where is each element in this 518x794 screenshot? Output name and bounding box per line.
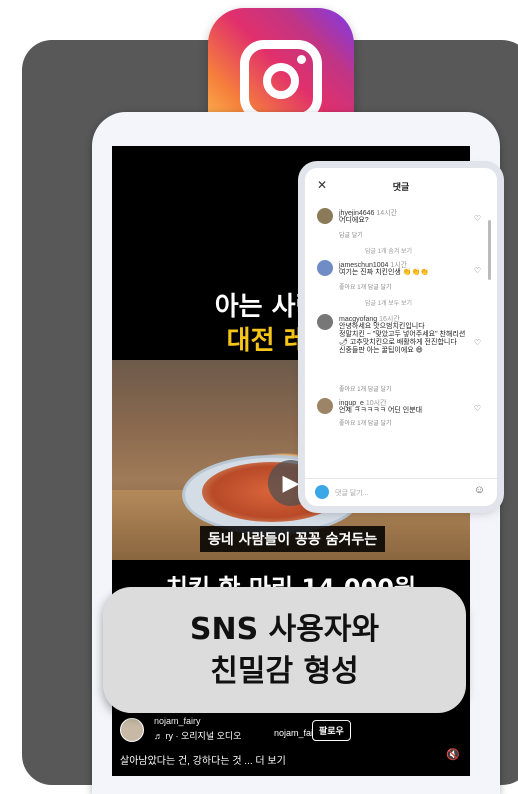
- callout-line-2: 친밀감 형성: [210, 654, 359, 689]
- avatar[interactable]: [317, 208, 333, 224]
- comment-username[interactable]: jameschun1004: [339, 262, 388, 269]
- heart-icon[interactable]: ♡: [474, 266, 481, 275]
- camera-flash-dot: [297, 55, 306, 64]
- comment-meta[interactable]: 좋아요 1개 답글 달기: [339, 282, 392, 291]
- emoji-icon[interactable]: ☺: [474, 484, 485, 496]
- heart-icon[interactable]: ♡: [474, 338, 481, 347]
- avatar[interactable]: [120, 718, 144, 742]
- comment-time: 1시간: [390, 262, 408, 269]
- callout-card: SNS 사용자와 친밀감 형성: [103, 587, 466, 713]
- camera-lens: [263, 63, 299, 99]
- comment-text: 안녕하세요 맛으범치킨입니다 정말치킨 ~ "맞았고두 넣어주세요" 찬해리션 …: [339, 323, 466, 354]
- comment-meta[interactable]: 좋아요 1개 답글 달기: [339, 384, 392, 393]
- username[interactable]: nojam_fairy: [154, 716, 201, 726]
- callout-line-1: SNS 사용자와: [189, 612, 380, 647]
- comment-meta[interactable]: 좋아요 1개 답글 달기: [339, 418, 392, 427]
- profile-row: nojam_fairy ♬ ry · 오리지널 오디오 nojam_fai 팔로…: [120, 716, 460, 746]
- camera-outline: [240, 40, 322, 122]
- comment-time: 14시간: [376, 210, 398, 217]
- comment-meta[interactable]: 답글 달기: [339, 230, 363, 239]
- list-item: jhyejin4646 14시간 어디에요? 답글 달기 ♡ 답글 1개 숨겨 …: [305, 208, 497, 260]
- comment-text: 언제 ㅋㅋㅋㅋㅋ 어딘 인분대: [339, 407, 423, 414]
- heart-icon[interactable]: ♡: [474, 404, 481, 413]
- comment-time: 16시간: [379, 316, 400, 323]
- comment-username[interactable]: ingup_e: [339, 400, 364, 407]
- comments-panel: ✕ 댓글 jhyejin4646 14시간 어디에요? 답글 달기 ♡ 답글 1…: [305, 168, 497, 506]
- caption[interactable]: 살아남았다는 건, 강하다는 것 ... 더 보기: [120, 752, 286, 767]
- view-replies-link[interactable]: 답글 1개 보두 보기: [365, 298, 412, 307]
- list-item: ingup_e 10시간 언제 ㅋㅋㅋㅋㅋ 어딘 인분대 좋아요 1개 답글 달…: [305, 398, 497, 434]
- tagged-user[interactable]: nojam_fai: [274, 728, 313, 738]
- avatar[interactable]: [317, 314, 333, 330]
- heart-icon[interactable]: ♡: [474, 214, 481, 223]
- avatar[interactable]: [317, 398, 333, 414]
- audio-label[interactable]: ♬ ry · 오리지널 오디오: [154, 729, 241, 742]
- follow-button[interactable]: 팔로우: [312, 720, 351, 741]
- comment-text: 어디에요?: [339, 217, 369, 224]
- comment-input[interactable]: 댓글 달기...: [335, 488, 369, 498]
- comment-time: 10시간: [365, 400, 387, 407]
- avatar: [315, 485, 329, 499]
- video-subtitle: 동네 사람들이 꽁꽁 숨겨두는: [200, 526, 386, 552]
- list-item: macgyofang 16시간 안녕하세요 맛으범치킨입니다 정말치킨 ~ "맞…: [305, 314, 497, 398]
- view-replies-link[interactable]: 답글 1개 숨겨 보기: [365, 246, 412, 255]
- comment-username[interactable]: macgyofang: [339, 316, 377, 323]
- list-item: jameschun1004 1시간 여기는 진짜 치킨인생 👏👏👏 좋아요 1개…: [305, 260, 497, 314]
- comment-username[interactable]: jhyejin4646: [339, 210, 374, 217]
- mute-icon[interactable]: 🔇: [446, 748, 460, 761]
- comments-header: ✕ 댓글: [305, 168, 497, 202]
- comments-title: 댓글: [392, 182, 410, 192]
- comment-input-bar[interactable]: 댓글 달기... ☺: [305, 478, 497, 506]
- avatar[interactable]: [317, 260, 333, 276]
- comment-text: 여기는 진짜 치킨인생 👏👏👏: [339, 269, 429, 276]
- comments-list: jhyejin4646 14시간 어디에요? 답글 달기 ♡ 답글 1개 숨겨 …: [305, 208, 497, 434]
